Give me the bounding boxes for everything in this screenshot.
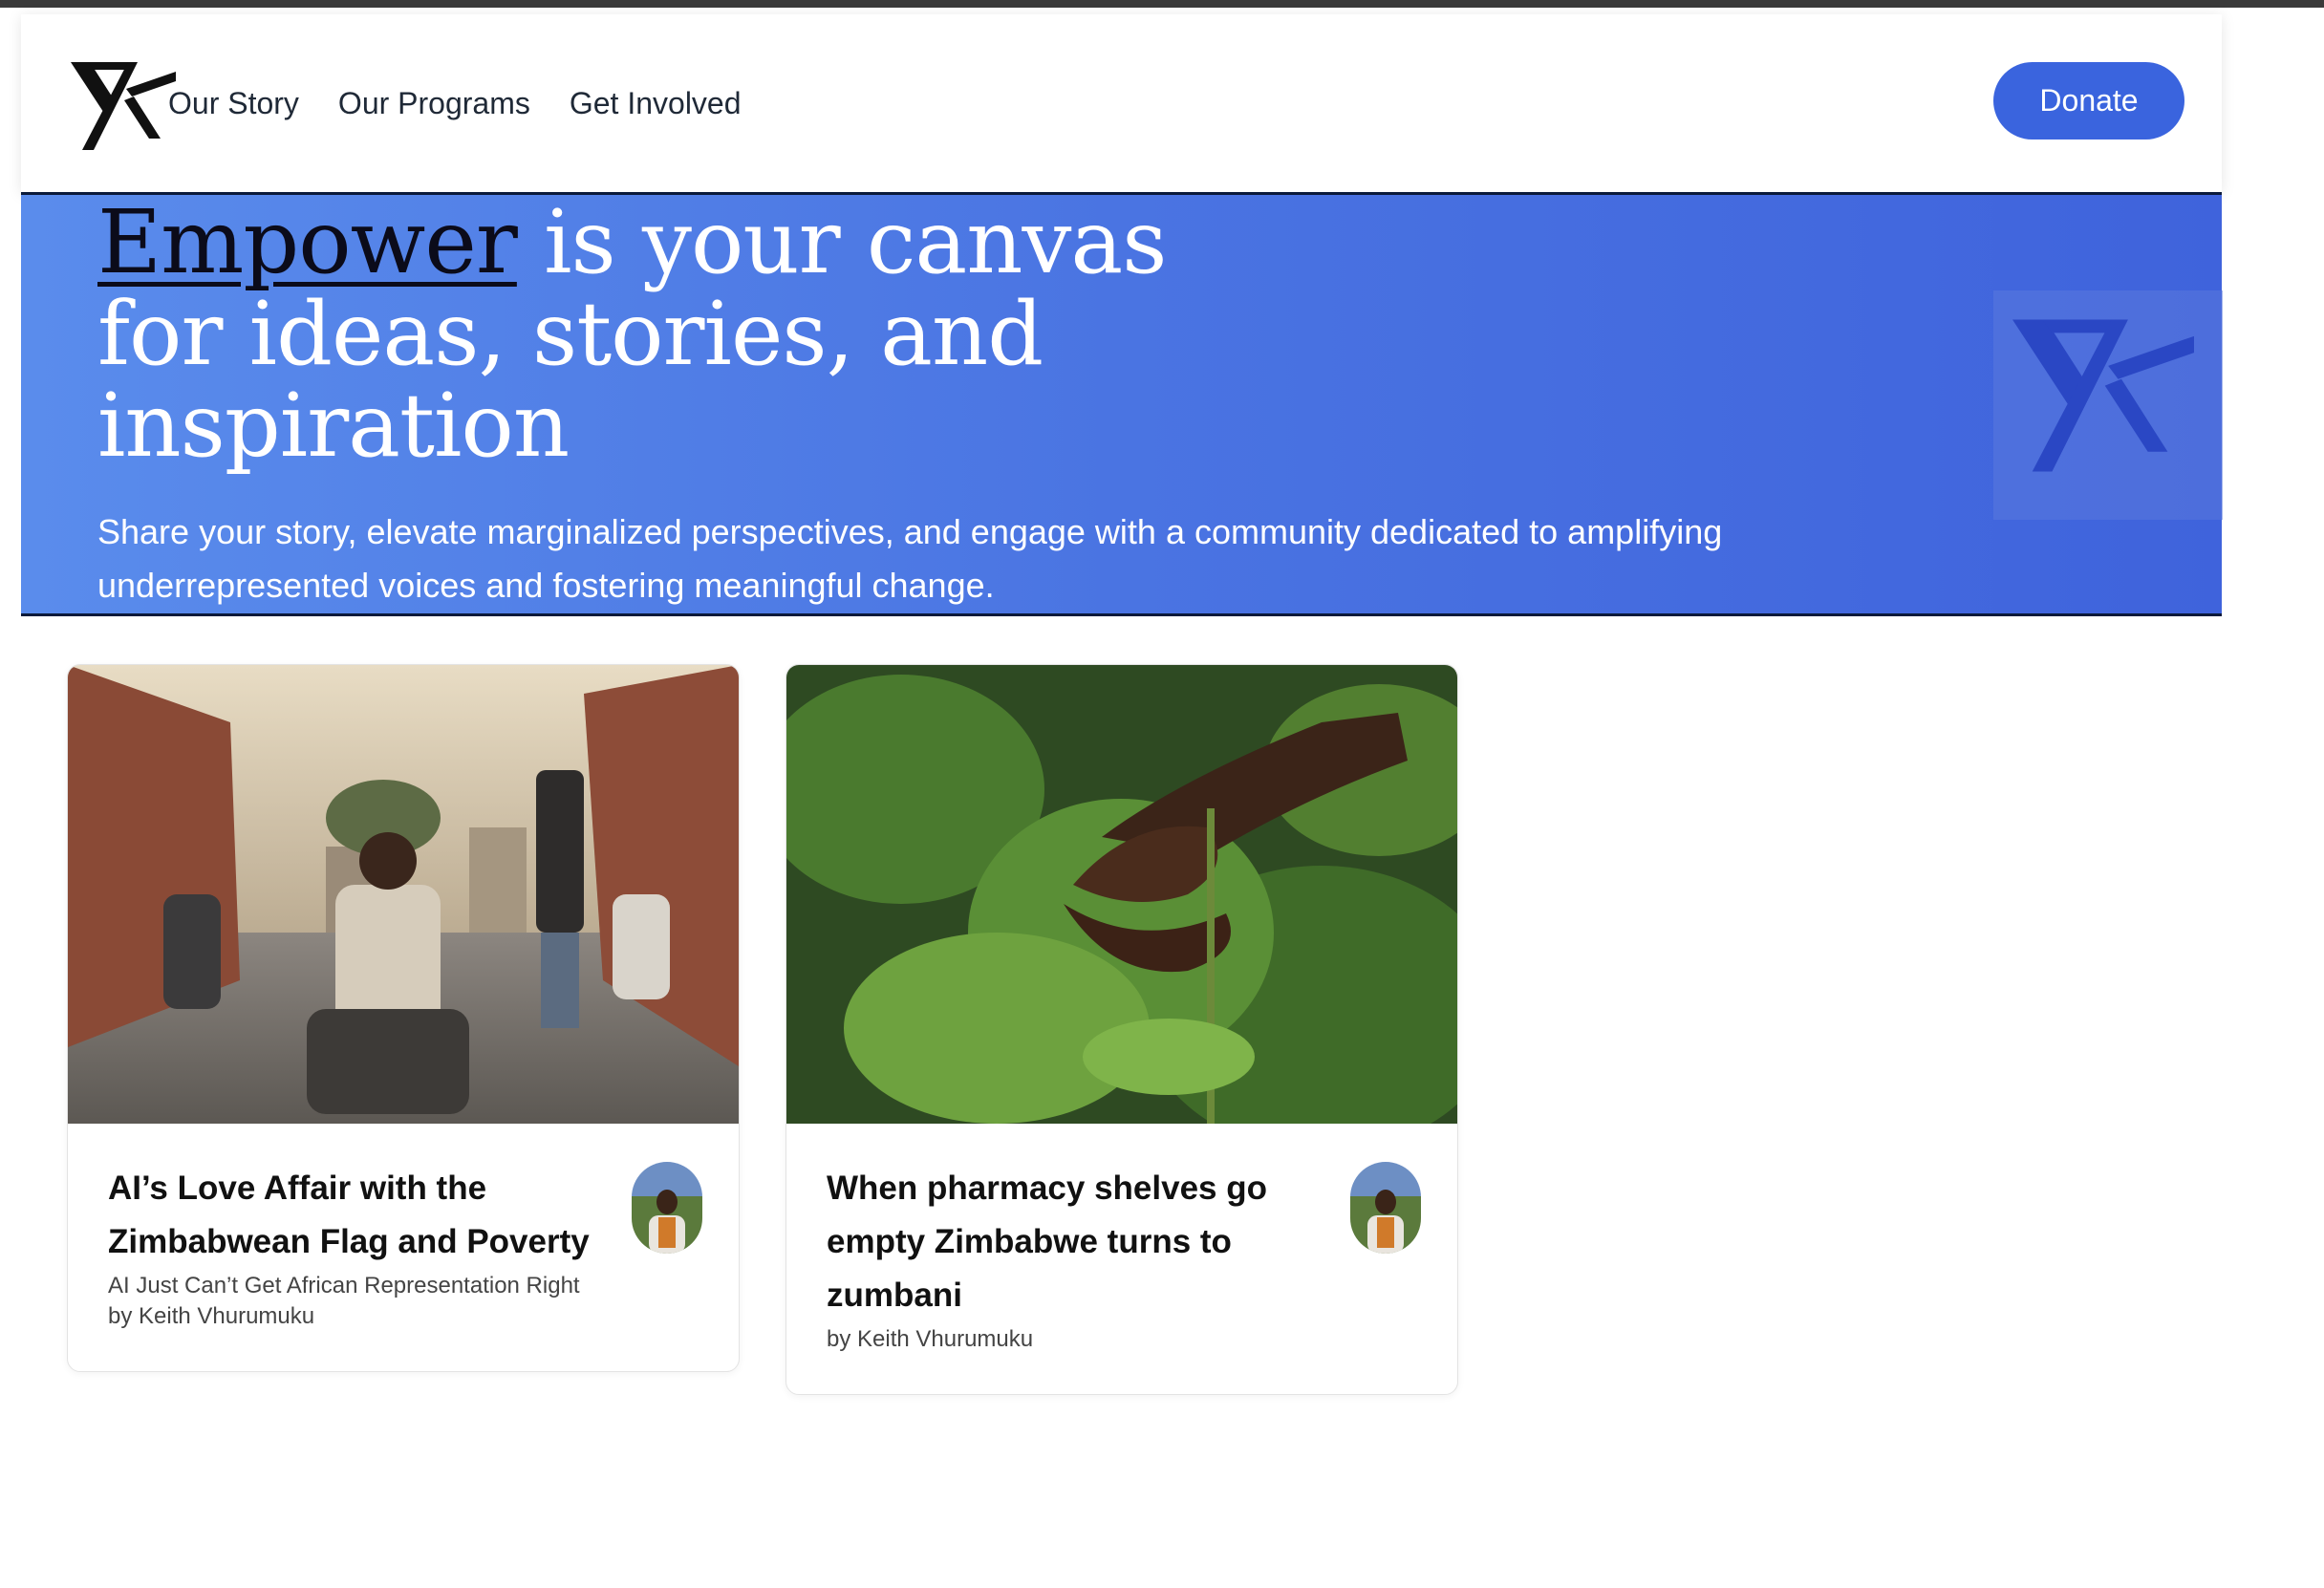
card-title[interactable]: When pharmacy shelves go empty Zimbabwe … bbox=[827, 1162, 1347, 1322]
story-card[interactable]: When pharmacy shelves go empty Zimbabwe … bbox=[785, 664, 1458, 1395]
nav-our-story[interactable]: Our Story bbox=[168, 86, 299, 121]
donate-button[interactable]: Donate bbox=[1993, 62, 2184, 139]
author-avatar bbox=[632, 1162, 702, 1254]
site-header: Our Story Our Programs Get Involved Dona… bbox=[21, 14, 2222, 192]
plant-photo-image bbox=[786, 665, 1457, 1124]
window-top-border bbox=[0, 0, 2324, 8]
main-nav: Our Story Our Programs Get Involved bbox=[168, 14, 742, 192]
hero-subtitle: Share your story, elevate marginalized p… bbox=[97, 512, 1723, 605]
nav-our-programs[interactable]: Our Programs bbox=[338, 86, 530, 121]
hero-banner: Empower is your canvas for ideas, storie… bbox=[21, 192, 2223, 616]
yk-logo-icon bbox=[2012, 319, 2194, 472]
hero-title-emphasis[interactable]: Empower bbox=[97, 191, 518, 293]
card-byline: by Keith Vhurumuku bbox=[108, 1303, 315, 1329]
hero-logo-badge bbox=[1993, 290, 2223, 520]
nav-get-involved[interactable]: Get Involved bbox=[570, 86, 742, 121]
card-title[interactable]: AI’s Love Affair with the Zimbabwean Fla… bbox=[108, 1162, 629, 1269]
story-card[interactable]: AI’s Love Affair with the Zimbabwean Fla… bbox=[67, 664, 740, 1372]
street-photo-image bbox=[68, 665, 739, 1124]
yk-logo-icon[interactable] bbox=[71, 62, 176, 150]
author-avatar bbox=[1350, 1162, 1421, 1254]
card-byline: by Keith Vhurumuku bbox=[827, 1326, 1034, 1352]
hero-title: Empower is your canvas for ideas, storie… bbox=[97, 197, 1225, 472]
card-subtitle: AI Just Can’t Get African Representation… bbox=[108, 1273, 580, 1298]
